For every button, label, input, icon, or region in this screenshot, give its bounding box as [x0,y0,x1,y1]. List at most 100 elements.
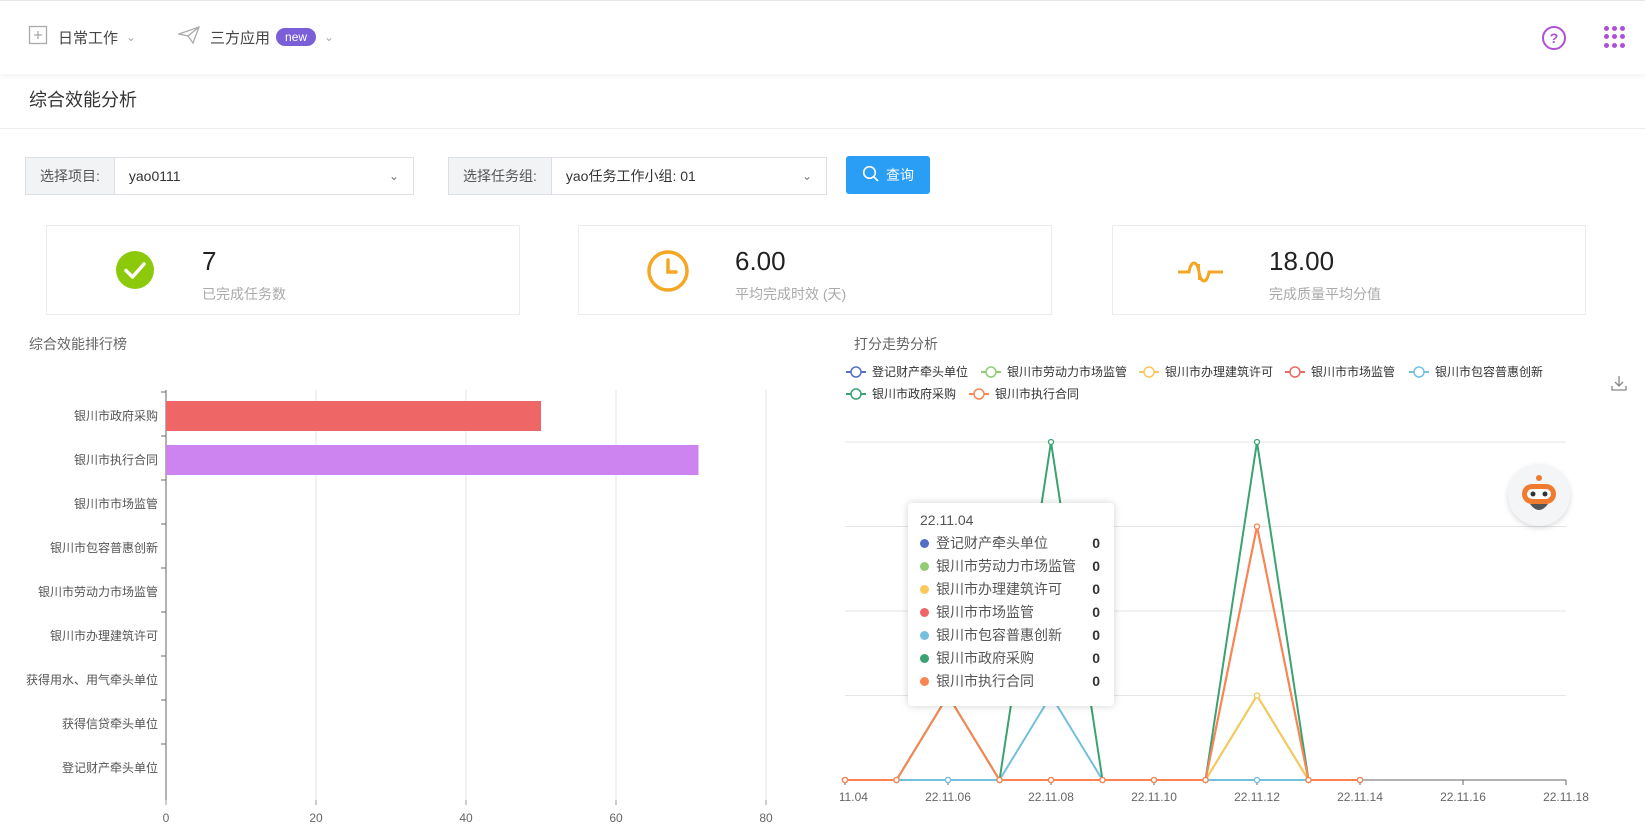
menu-third-party[interactable]: 三方应用 new ⌄ [176,25,335,49]
x-tick-label: 22.11.18 [1543,790,1589,804]
data-point [944,776,952,784]
x-tick-label: 20 [309,811,323,825]
tooltip-series-value: 0 [1092,558,1100,574]
check-circle-icon [116,251,154,294]
tooltip-series-value: 0 [1092,650,1100,666]
tooltip-row: 银川市政府采购 0 [920,647,1100,669]
tooltip-series-name: 银川市办理建筑许可 [936,581,1062,597]
quality-value: 18.00 [1269,246,1335,276]
category-label: 获得用水、用气牵头单位 [26,672,158,687]
legend-marker [1289,366,1301,378]
tooltip-dot [920,538,929,548]
menu-daily-work[interactable]: 日常工作 ⌄ [28,25,136,49]
tooltip-row: 银川市劳动力市场监管 0 [920,555,1100,577]
tooltip-series-name: 银川市政府采购 [936,650,1034,666]
legend-label: 银川市市场监管 [1311,364,1395,379]
legend-item: 登记财产牵头单位 [846,364,968,379]
chevron-down-icon: ⌄ [324,30,335,44]
legend-item: 银川市办理建筑许可 [1139,364,1273,379]
data-point [1150,776,1158,784]
new-badge: new [276,28,317,46]
data-point [1047,438,1055,446]
x-tick-label: 22.11.16 [1440,790,1486,804]
tooltip-series-value: 0 [1092,581,1100,597]
project-select-value: yao0111 [128,168,181,184]
legend-label: 银川市执行合同 [995,386,1079,401]
tooltip-dot [920,607,929,617]
page-title: 综合效能分析 [29,90,137,110]
paper-plane-icon [176,25,201,49]
category-label: 银川市市场监管 [74,496,158,511]
chevron-down-icon: ⌄ [388,169,399,183]
legend-marker [850,366,862,378]
project-select[interactable]: 选择项目: yao0111 ⌄ [25,157,414,195]
legend-marker [850,388,862,400]
menu-third-party-label: 三方应用 [210,29,271,47]
x-tick-label: 80 [759,811,773,825]
legend-item: 银川市市场监管 [1285,364,1395,379]
avg-time-label: 平均完成时效 (天) [735,286,847,302]
help-icon[interactable]: ? [1542,26,1566,50]
data-point [893,776,900,784]
assistant-robot-button[interactable] [1508,464,1570,526]
wave-icon [1177,254,1225,293]
legend-marker [1143,366,1155,378]
legend-item: 银川市政府采购 [846,386,956,401]
stat-card-completed: 7 已完成任务数 [46,225,520,315]
legend-label: 登记财产牵头单位 [872,364,968,379]
legend-label: 银川市劳动力市场监管 [1007,364,1127,379]
chart-tooltip: 22.11.04 登记财产牵头单位 0 银川市劳动力市场监管 0 银川市办理建筑许可 0 银… [908,503,1114,706]
add-square-icon [28,25,48,49]
chevron-down-icon: ⌄ [801,169,812,183]
bar [166,445,699,475]
completed-count: 7 [202,246,217,276]
clock-icon [646,249,690,298]
data-point [1356,776,1364,784]
data-point [841,776,849,784]
bar [166,401,541,431]
legend-item: 银川市包容普惠创新 [1409,364,1543,379]
category-label: 银川市办理建筑许可 [50,628,158,643]
tooltip-dot [920,630,929,640]
tooltip-dot [920,561,929,571]
query-button[interactable]: 查询 [846,156,930,194]
data-point [1253,776,1261,784]
tooltip-dot [920,584,929,594]
legend-marker [985,366,997,378]
task-group-select-label: 选择任务组: [449,158,552,194]
legend-item: 银川市执行合同 [969,386,1079,401]
trend-title: 打分走势分析 [854,336,938,352]
tooltip-title: 22.11.04 [920,512,974,528]
data-point [1253,523,1261,530]
stat-card-quality: 18.00 完成质量平均分值 [1112,225,1586,315]
data-point [1253,438,1261,446]
tooltip-dot [920,653,929,663]
completed-count-label: 已完成任务数 [202,286,286,302]
task-group-select-value: yao任务工作小组: 01 [565,168,696,184]
data-point [1202,776,1209,784]
robot-icon [1522,475,1556,510]
project-select-label: 选择项目: [26,158,115,194]
ranking-bar-chart: 0 20 40 60 80 银川市政府采购银川市执行合同银川市市场监管银川市包容普惠创新银… [26,390,773,825]
top-navbar: 日常工作 ⌄ 三方应用 new ⌄ ? [0,0,1645,74]
x-tick-label: 0 [163,811,170,825]
data-point [1253,692,1261,699]
task-group-select[interactable]: 选择任务组: yao任务工作小组: 01 ⌄ [448,157,827,195]
quality-label: 完成质量平均分值 [1269,286,1381,302]
x-tick-label: 22.11.04 [840,790,868,804]
x-tick-label: 22.11.06 [925,790,971,804]
menu-daily-work-label: 日常工作 [58,29,119,47]
apps-grid-icon[interactable] [1604,26,1626,48]
tooltip-series-value: 0 [1092,604,1100,620]
x-tick-label: 22.11.10 [1131,790,1177,804]
category-label: 银川市执行合同 [74,452,158,467]
x-tick-label: 60 [609,811,623,825]
tooltip-row: 银川市市场监管 0 [920,601,1100,623]
download-icon[interactable] [1610,374,1628,397]
tooltip-dot [920,676,929,686]
legend-label: 银川市包容普惠创新 [1435,364,1543,379]
data-point [1305,776,1312,784]
data-point [996,776,1003,784]
search-icon [862,165,880,186]
tooltip-row: 银川市办理建筑许可 0 [920,578,1100,600]
